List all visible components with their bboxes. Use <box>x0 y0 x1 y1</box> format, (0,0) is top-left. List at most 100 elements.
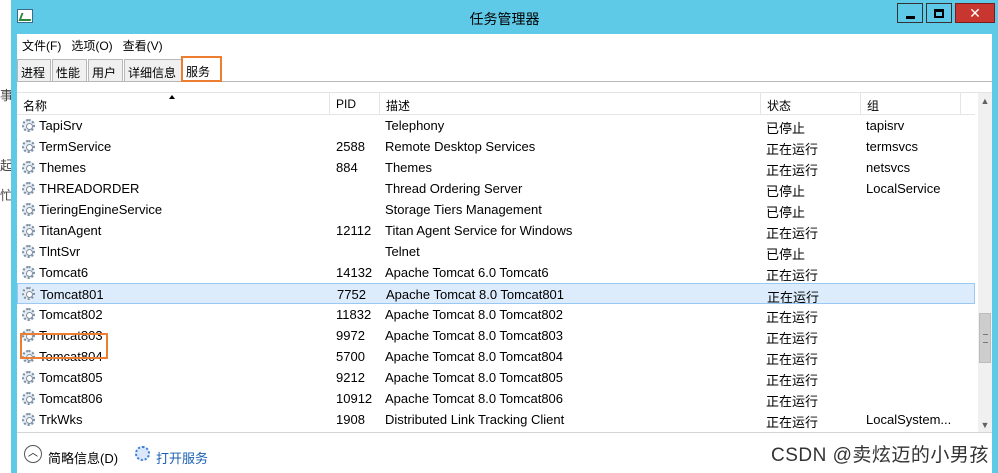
cell-status: 正在运行 <box>766 268 819 283</box>
cell-name: TieringEngineService <box>39 202 163 217</box>
services-gear-icon <box>135 446 150 461</box>
cell-status: 正在运行 <box>766 394 819 409</box>
tab-users[interactable]: 用户 <box>88 59 123 81</box>
service-gear-icon <box>22 245 35 258</box>
column-header-description[interactable]: 描述 <box>380 93 761 115</box>
cell-name: Themes <box>39 160 86 175</box>
services-list: 名称 PID 描述 状态 组 TapiSrv Telephony 已停止 tapisr… <box>17 92 992 433</box>
tab-performance[interactable]: 性能 <box>52 59 87 81</box>
cell-status: 正在运行 <box>766 415 819 430</box>
scroll-down-icon[interactable]: ▼ <box>978 417 992 433</box>
service-gear-icon <box>22 287 35 300</box>
column-header-row: 名称 PID 描述 状态 组 <box>17 93 975 115</box>
cell-status: 正在运行 <box>766 142 819 157</box>
cell-description: Telephony <box>385 118 445 133</box>
service-gear-icon <box>22 203 35 216</box>
table-row[interactable]: TitanAgent 12112 Titan Agent Service for W… <box>17 220 975 241</box>
scroll-up-icon[interactable]: ▲ <box>978 93 992 109</box>
cell-group: netsvcs <box>866 160 911 175</box>
service-gear-icon <box>22 140 35 153</box>
cell-name: Tomcat806 <box>39 391 103 406</box>
tab-details[interactable]: 详细信息 <box>124 59 182 81</box>
scrollbar-thumb[interactable] <box>979 313 991 363</box>
table-row[interactable]: TapiSrv Telephony 已停止 tapisrv <box>17 115 975 136</box>
tab-services[interactable]: 服务 <box>181 56 222 82</box>
footer-bar: ︿ 简略信息(D) 打开服务 CSDN @卖炫迈的小男孩 <box>17 432 992 473</box>
service-gear-icon <box>22 371 35 384</box>
title-bar[interactable]: 任务管理器 ✕ <box>11 0 998 34</box>
menu-view[interactable]: 查看(V) <box>118 34 168 54</box>
cell-pid: 11832 <box>336 307 372 322</box>
less-details-link[interactable]: 简略信息(D) <box>48 448 118 467</box>
minimize-button[interactable] <box>897 3 923 23</box>
cell-pid: 7752 <box>337 287 366 302</box>
cell-description: Apache Tomcat 8.0 Tomcat803 <box>385 328 564 343</box>
task-manager-window: 任务管理器 ✕ 文件(F) 选项(O) 查看(V) 进程 性能 用户 详细信息 … <box>11 0 998 473</box>
minimize-icon <box>905 15 915 19</box>
cell-status: 正在运行 <box>766 226 819 241</box>
cell-description: Distributed Link Tracking Client <box>385 412 565 427</box>
menu-options[interactable]: 选项(O) <box>66 34 117 54</box>
column-header-group[interactable]: 组 <box>861 93 961 115</box>
table-row[interactable]: Tomcat804 5700 Apache Tomcat 8.0 Tomcat804… <box>17 346 975 367</box>
cell-name: THREADORDER <box>39 181 140 196</box>
service-gear-icon <box>22 308 35 321</box>
cell-group: termsvcs <box>866 139 918 154</box>
table-row[interactable]: TlntSvr Telnet 已停止 <box>17 241 975 262</box>
cell-description: Apache Tomcat 8.0 Tomcat802 <box>385 307 564 322</box>
column-header-name[interactable]: 名称 <box>17 93 330 115</box>
cell-name: TitanAgent <box>39 223 102 238</box>
cell-description: Telnet <box>385 244 420 259</box>
cell-description: Apache Tomcat 8.0 Tomcat806 <box>385 391 564 406</box>
cell-pid: 884 <box>336 160 358 175</box>
watermark: CSDN @卖炫迈的小男孩 <box>771 445 989 466</box>
cell-description: Apache Tomcat 8.0 Tomcat801 <box>386 287 565 302</box>
table-row[interactable]: Tomcat806 10912 Apache Tomcat 8.0 Tomcat80… <box>17 388 975 409</box>
column-label: 名称 <box>23 99 48 113</box>
table-row[interactable]: TermService 2588 Remote Desktop Services 正在… <box>17 136 975 157</box>
service-gear-icon <box>22 119 35 132</box>
service-gear-icon <box>22 224 35 237</box>
window-title: 任务管理器 <box>469 11 540 27</box>
collapse-chevron-icon[interactable]: ︿ <box>24 445 42 463</box>
cell-name: TapiSrv <box>39 118 83 133</box>
table-row[interactable]: Themes 884 Themes 正在运行 netsvcs <box>17 157 975 178</box>
service-gear-icon <box>22 161 35 174</box>
tab-processes[interactable]: 进程 <box>17 59 51 81</box>
column-header-status[interactable]: 状态 <box>761 93 861 115</box>
table-row[interactable]: Tomcat805 9212 Apache Tomcat 8.0 Tomcat805… <box>17 367 975 388</box>
cell-pid: 12112 <box>336 223 372 238</box>
cell-description: Apache Tomcat 6.0 Tomcat6 <box>385 265 549 280</box>
table-row[interactable]: Tomcat6 14132 Apache Tomcat 6.0 Tomcat6 正在运… <box>17 262 975 283</box>
table-row[interactable]: THREADORDER Thread Ordering Server 已停止 Loca… <box>17 178 975 199</box>
open-services-link[interactable]: 打开服务 <box>156 448 208 467</box>
table-row[interactable]: Tomcat803 9972 Apache Tomcat 8.0 Tomcat803… <box>17 325 975 346</box>
maximize-icon <box>934 8 944 18</box>
menu-file[interactable]: 文件(F) <box>17 34 66 54</box>
cell-group: LocalService <box>866 181 941 196</box>
cell-description: Apache Tomcat 8.0 Tomcat804 <box>385 349 564 364</box>
cell-name: Tomcat801 <box>40 287 104 302</box>
cell-status: 已停止 <box>766 121 806 136</box>
table-row[interactable]: TrkWks 1908 Distributed Link Tracking Clie… <box>17 409 975 430</box>
cell-description: Remote Desktop Services <box>385 139 536 154</box>
cell-name: Tomcat805 <box>39 370 103 385</box>
table-row[interactable]: Tomcat801 7752 Apache Tomcat 8.0 Tomcat801… <box>17 283 975 305</box>
cell-status: 已停止 <box>766 247 806 262</box>
cell-pid: 10912 <box>336 391 373 406</box>
cell-description: Thread Ordering Server <box>385 181 523 196</box>
sort-ascending-icon <box>169 95 175 99</box>
table-row[interactable]: Tomcat802 11832 Apache Tomcat 8.0 Tomcat80… <box>17 304 975 325</box>
table-row[interactable]: TieringEngineService Storage Tiers Manage… <box>17 199 975 220</box>
cell-description: Apache Tomcat 8.0 Tomcat805 <box>385 370 564 385</box>
cell-pid: 5700 <box>336 349 365 364</box>
maximize-button[interactable] <box>926 3 952 23</box>
cell-pid: 9212 <box>336 370 365 385</box>
cell-name: TermService <box>39 139 112 154</box>
close-button[interactable]: ✕ <box>955 3 995 23</box>
tab-strip: 进程 性能 用户 详细信息 服务 <box>17 55 992 82</box>
column-header-pid[interactable]: PID <box>330 93 380 115</box>
cell-group: tapisrv <box>866 118 905 133</box>
vertical-scrollbar[interactable]: ▲ ▼ <box>978 93 992 433</box>
cell-description: Titan Agent Service for Windows <box>385 223 573 238</box>
